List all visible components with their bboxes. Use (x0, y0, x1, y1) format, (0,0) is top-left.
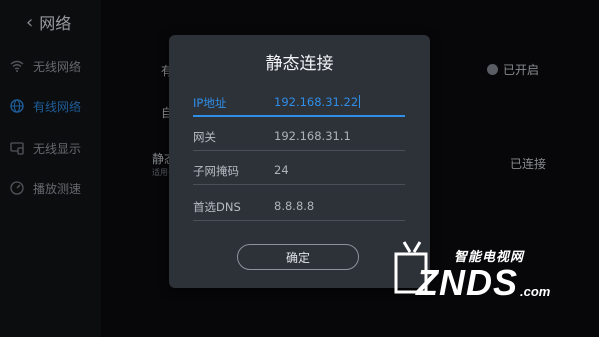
field-underline (193, 184, 405, 185)
field-label: 首选DNS (193, 200, 241, 214)
ip-address-field[interactable]: IP地址 192.168.31.22 (193, 89, 405, 117)
znds-watermark: 智能电视网 ZNDS .com (388, 238, 588, 308)
confirm-button[interactable]: 确定 (237, 244, 359, 270)
field-value: 192.168.31.1 (274, 129, 351, 143)
text-caret (359, 95, 361, 108)
field-value: 192.168.31.22 (274, 95, 359, 109)
primary-dns-field[interactable]: 首选DNS 8.8.8.8 (193, 193, 405, 221)
watermark-brand: ZNDS (416, 262, 518, 303)
field-value: 8.8.8.8 (274, 199, 315, 213)
subnet-mask-field[interactable]: 子网掩码 24 (193, 157, 405, 185)
field-label: IP地址 (193, 96, 227, 110)
dialog-title: 静态连接 (265, 54, 334, 74)
field-value-wrap: 192.168.31.22 (274, 95, 361, 109)
field-underline (193, 220, 405, 221)
field-underline (193, 150, 405, 151)
watermark-suffix: .com (520, 284, 551, 299)
gateway-field[interactable]: 网关 192.168.31.1 (193, 123, 405, 151)
field-label: 网关 (193, 130, 216, 144)
field-value: 24 (274, 163, 289, 177)
field-underline (193, 115, 405, 117)
field-label: 子网掩码 (193, 164, 239, 178)
